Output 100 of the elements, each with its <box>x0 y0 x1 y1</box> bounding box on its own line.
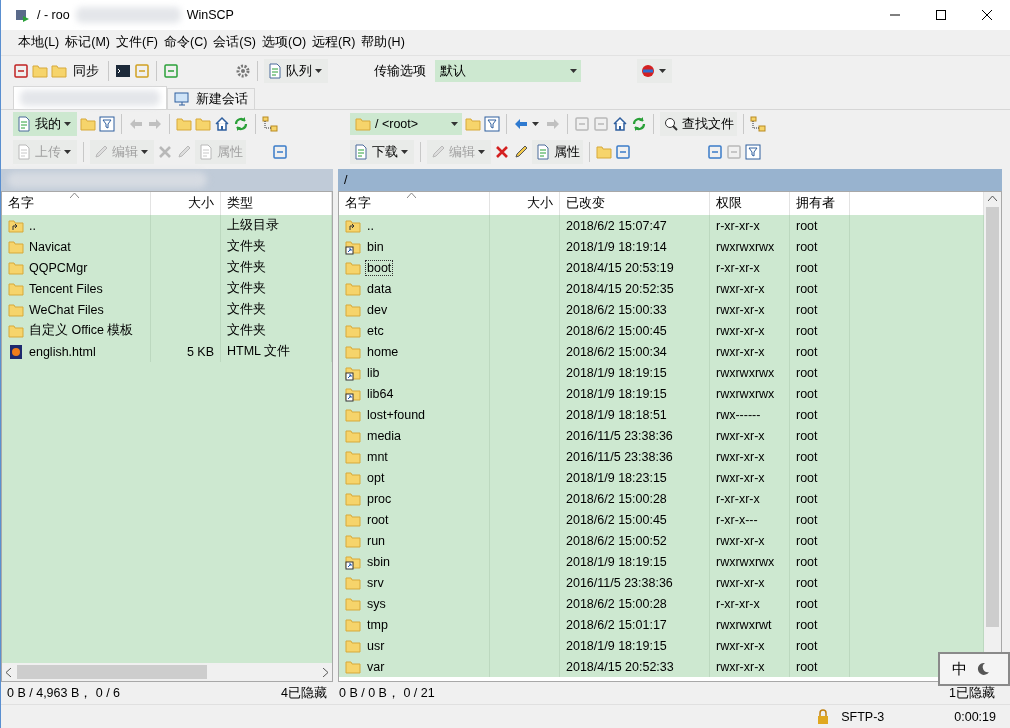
modified-date: 2018/4/15 20:53:19 <box>566 260 674 275</box>
permissions: r-xr-xr-x <box>716 218 760 233</box>
path-text: / <box>344 173 348 187</box>
permissions: rwxr-xr-x <box>716 449 765 464</box>
permissions: rwxrwxrwx <box>716 365 775 380</box>
permissions: r-xr-xr-x <box>716 596 760 611</box>
modified-date: 2018/1/9 18:18:51 <box>566 407 667 422</box>
modified-date: 2018/6/2 15:00:45 <box>566 512 667 527</box>
owner: root <box>796 533 818 548</box>
file-size: 5 KB <box>186 344 214 359</box>
file-name: usr <box>366 638 386 653</box>
file-name: lib64 <box>366 386 395 401</box>
permissions: rwxrwxrwx <box>716 239 775 254</box>
file-name: mnt <box>366 449 389 464</box>
modified-date: 2018/6/2 15:00:52 <box>566 533 667 548</box>
file-type: 文件夹 <box>227 322 266 339</box>
owner: root <box>796 638 818 653</box>
hidden-count: 1已隐藏 <box>949 684 995 702</box>
file-name: media <box>366 428 403 443</box>
permissions: r-xr-x--- <box>716 512 758 527</box>
file-type: 文件夹 <box>227 301 266 318</box>
owner: root <box>796 323 818 338</box>
owner: root <box>796 239 818 254</box>
file-name: WeChat Files <box>29 302 104 317</box>
file-name: sbin <box>366 554 391 569</box>
permissions: r-xr-xr-x <box>716 260 760 275</box>
file-name: srv <box>366 575 385 590</box>
permissions: rwxrwxrwt <box>716 617 772 632</box>
modified-date: 2018/6/2 15:00:45 <box>566 323 667 338</box>
owner: root <box>796 302 818 317</box>
owner: root <box>796 575 818 590</box>
permissions: rwxr-xr-x <box>716 428 765 443</box>
permissions: rwxr-xr-x <box>716 281 765 296</box>
owner: root <box>796 218 818 233</box>
file-name: english.html <box>29 344 96 359</box>
modified-date: 2018/6/2 15:00:28 <box>566 596 667 611</box>
modified-date: 2018/1/9 18:19:15 <box>566 554 667 569</box>
permissions: rwxr-xr-x <box>716 533 765 548</box>
owner: root <box>796 470 818 485</box>
permissions: r-xr-xr-x <box>716 491 760 506</box>
file-name: lost+found <box>366 407 427 422</box>
window-title: / - roo <box>37 8 70 22</box>
permissions: rwxr-xr-x <box>716 323 765 338</box>
permissions: rwxr-xr-x <box>716 638 765 653</box>
file-name: lib <box>366 365 381 380</box>
file-name: sys <box>366 596 387 611</box>
file-name: run <box>366 533 387 548</box>
file-type: HTML 文件 <box>227 343 291 360</box>
file-name: root <box>366 512 390 527</box>
modified-date: 2018/1/9 18:19:15 <box>566 638 667 653</box>
owner: root <box>796 365 818 380</box>
file-type: 文件夹 <box>227 259 266 276</box>
file-name: Tencent Files <box>29 281 103 296</box>
file-name: var <box>366 659 386 674</box>
file-name: tmp <box>366 617 389 632</box>
file-name: home <box>366 344 400 359</box>
modified-date: 2018/1/9 18:23:15 <box>566 470 667 485</box>
owner: root <box>796 617 818 632</box>
owner: root <box>796 344 818 359</box>
modified-date: 2016/11/5 23:38:36 <box>566 575 673 590</box>
modified-date: 2016/11/5 23:38:36 <box>566 428 673 443</box>
owner: root <box>796 596 818 611</box>
permissions: rwxr-xr-x <box>716 302 765 317</box>
permissions: rwxrwxrwx <box>716 554 775 569</box>
owner: root <box>796 260 818 275</box>
file-name: Navicat <box>29 239 71 254</box>
file-name: boot <box>366 260 393 275</box>
status-text: 0 B / 0 B， 0 / 21 <box>339 684 435 702</box>
file-name: dev <box>366 302 389 317</box>
modified-date: 2018/1/9 18:19:15 <box>566 386 667 401</box>
owner: root <box>796 659 818 674</box>
file-name: QQPCMgr <box>29 260 88 275</box>
file-type: 文件夹 <box>227 280 266 297</box>
file-name: .. <box>29 218 36 233</box>
owner: root <box>796 449 818 464</box>
modified-date: 2018/6/2 15:00:34 <box>566 344 667 359</box>
hidden-count: 4已隐藏 <box>281 684 327 702</box>
owner: root <box>796 281 818 296</box>
permissions: rwxrwxrwx <box>716 386 775 401</box>
modified-date: 2018/6/2 15:07:47 <box>566 218 667 233</box>
permissions: rwx------ <box>716 407 761 422</box>
permissions: rwxr-xr-x <box>716 659 765 674</box>
owner: root <box>796 512 818 527</box>
transfer-settings-label: 传输选项 <box>374 62 426 80</box>
modified-date: 2018/1/9 18:19:15 <box>566 365 667 380</box>
modified-date: 2018/4/15 20:52:33 <box>566 659 674 674</box>
owner: root <box>796 554 818 569</box>
file-type: 上级目录 <box>227 217 279 234</box>
file-name: proc <box>366 491 393 506</box>
modified-date: 2018/1/9 18:19:14 <box>566 239 667 254</box>
modified-date: 2016/11/5 23:38:36 <box>566 449 673 464</box>
modified-date: 2018/6/2 15:00:28 <box>566 491 667 506</box>
protocol-label: SFTP-3 <box>841 709 885 724</box>
file-name: 自定义 Office 模板 <box>29 322 134 339</box>
permissions: rwxr-xr-x <box>716 575 765 590</box>
file-name: bin <box>366 239 385 254</box>
file-name: data <box>366 281 393 296</box>
status-text: 0 B / 4,963 B， 0 / 6 <box>7 684 121 702</box>
file-name: opt <box>366 470 386 485</box>
window-title: WinSCP <box>186 8 234 22</box>
